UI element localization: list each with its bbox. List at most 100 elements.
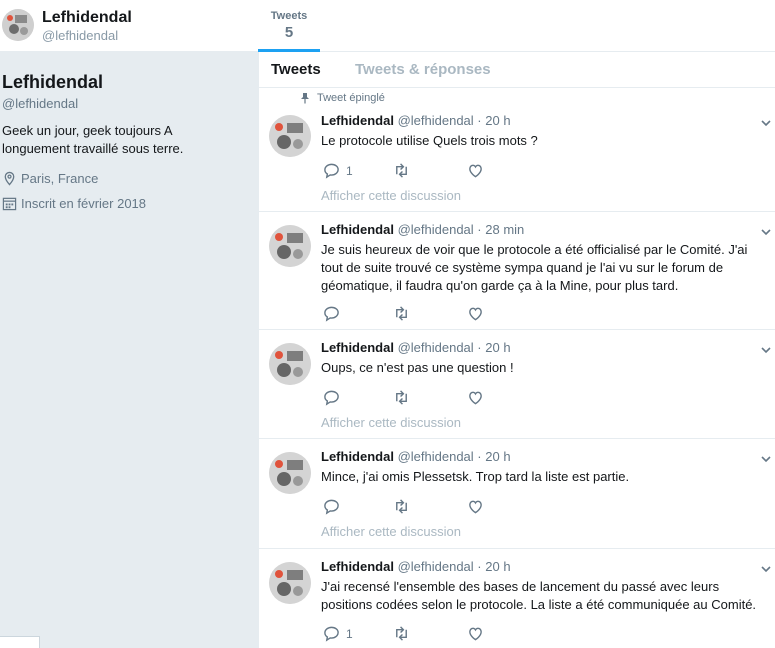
chevron-down-icon[interactable]	[760, 563, 772, 575]
tweet-header: Lefhidendal @lefhidendal · 28 min	[321, 222, 524, 237]
tweet-author-name[interactable]: Lefhidendal	[321, 449, 394, 464]
reply-icon	[324, 626, 339, 642]
tweet-item[interactable]: Lefhidendal @lefhidendal · 20 h Oups, ce…	[259, 331, 775, 439]
tweet-time[interactable]: 28 min	[485, 222, 524, 237]
chevron-down-icon[interactable]	[760, 226, 772, 238]
profile-card: Lefhidendal @lefhidendal Geek un jour, g…	[0, 52, 258, 648]
tweet-item[interactable]: Lefhidendal @lefhidendal · 28 min Je sui…	[259, 213, 775, 330]
like-button[interactable]	[467, 305, 484, 322]
profile-name[interactable]: Lefhidendal	[2, 72, 103, 93]
tweet-time[interactable]: 20 h	[485, 449, 510, 464]
tab-tweets[interactable]: Tweets	[271, 61, 321, 78]
like-button[interactable]	[467, 498, 484, 515]
tweet-header: Lefhidendal @lefhidendal · 20 h	[321, 340, 511, 355]
reply-button[interactable]: 1	[323, 162, 353, 179]
avatar[interactable]	[269, 115, 311, 157]
reply-count: 1	[346, 626, 353, 641]
chevron-down-icon[interactable]	[760, 453, 772, 465]
reply-icon	[324, 390, 339, 406]
tweet-header: Lefhidendal @lefhidendal · 20 h	[321, 113, 511, 128]
avatar[interactable]	[269, 452, 311, 494]
tweet-header: Lefhidendal @lefhidendal · 20 h	[321, 449, 511, 464]
show-thread-link[interactable]: Afficher cette discussion	[321, 188, 461, 203]
tweet-time[interactable]: 20 h	[485, 340, 510, 355]
retweet-button[interactable]	[393, 498, 410, 515]
avatar[interactable]	[269, 343, 311, 385]
retweet-icon	[396, 390, 407, 405]
retweet-button[interactable]	[393, 625, 410, 642]
tweet-item[interactable]: Lefhidendal @lefhidendal · 20 h Mince, j…	[259, 440, 775, 549]
reply-icon	[324, 306, 339, 322]
tweet-actions: 1	[321, 162, 521, 180]
heart-icon	[469, 307, 482, 321]
reply-count: 1	[346, 163, 353, 178]
chevron-down-icon[interactable]	[760, 344, 772, 356]
separator-dot: ·	[477, 449, 482, 464]
heart-icon	[469, 164, 482, 178]
tweet-author-handle[interactable]: @lefhidendal	[398, 113, 474, 128]
tweet-text: Oups, ce n'est pas une question !	[321, 360, 514, 375]
tweet-text: Je suis heureux de voir que le protocole…	[321, 242, 748, 293]
retweet-button[interactable]	[393, 389, 410, 406]
show-thread-link[interactable]: Afficher cette discussion	[321, 524, 461, 539]
profile-bio: Geek un jour, geek toujours A longuement…	[2, 123, 184, 156]
header-name[interactable]: Lefhidendal	[42, 9, 132, 27]
pinned-text: Tweet épinglé	[317, 92, 385, 104]
pinned-label: Tweet épinglé	[299, 92, 385, 104]
separator-dot: ·	[477, 113, 482, 128]
like-button[interactable]	[467, 162, 484, 179]
location-pin-icon	[4, 171, 15, 186]
chevron-down-icon[interactable]	[760, 117, 772, 129]
tweet-author-name[interactable]: Lefhidendal	[321, 340, 394, 355]
retweet-button[interactable]	[393, 305, 410, 322]
tweet-time[interactable]: 20 h	[485, 113, 510, 128]
tweet-author-name[interactable]: Lefhidendal	[321, 113, 394, 128]
tweet-author-handle[interactable]: @lefhidendal	[398, 222, 474, 237]
tweet-author-name[interactable]: Lefhidendal	[321, 222, 394, 237]
pin-icon	[301, 93, 309, 104]
tweet-author-handle[interactable]: @lefhidendal	[398, 449, 474, 464]
reply-icon	[324, 499, 339, 515]
joined-text: Inscrit en février 2018	[21, 196, 147, 211]
tweet-author-handle[interactable]: @lefhidendal	[398, 559, 474, 574]
tweet-item[interactable]: Lefhidendal @lefhidendal · 20 h J'ai rec…	[259, 550, 775, 648]
stat-value: 5	[284, 24, 294, 41]
reply-icon	[324, 163, 339, 179]
avatar[interactable]	[269, 225, 311, 267]
heart-icon	[469, 627, 482, 641]
separator-dot: ·	[477, 222, 482, 237]
retweet-icon	[396, 163, 407, 178]
tweet-author-handle[interactable]: @lefhidendal	[398, 340, 474, 355]
header-handle: @lefhidendal	[42, 28, 119, 43]
retweet-button[interactable]	[393, 162, 410, 179]
tweet-author-name[interactable]: Lefhidendal	[321, 559, 394, 574]
timeline: Tweets Tweets & réponses Tweet épinglé L…	[258, 52, 775, 648]
tweet-text: Le protocole utilise Quels trois mots ?	[321, 133, 538, 148]
avatar[interactable]	[269, 562, 311, 604]
tweet-actions: 1	[321, 625, 521, 643]
tab-tweets-count[interactable]: Tweets 5	[258, 0, 320, 52]
separator-dot: ·	[477, 559, 482, 574]
reply-button[interactable]	[323, 389, 346, 406]
like-button[interactable]	[467, 389, 484, 406]
tweet-item[interactable]: Tweet épinglé Lefhidendal @lefhidendal ·…	[259, 89, 775, 212]
profile-topbar: Lefhidendal @lefhidendal Tweets 5	[0, 0, 775, 52]
reply-button[interactable]	[323, 498, 346, 515]
tab-tweets-replies[interactable]: Tweets & réponses	[355, 61, 491, 78]
show-thread-link[interactable]: Afficher cette discussion	[321, 415, 461, 430]
tweet-text: J'ai recensé l'ensemble des bases de lan…	[321, 579, 757, 612]
tweet-text: Mince, j'ai omis Plessetsk. Trop tard la…	[321, 469, 630, 484]
retweet-icon	[396, 626, 407, 641]
tweet-actions	[321, 305, 521, 323]
tweet-actions	[321, 498, 521, 516]
location-text: Paris, France	[21, 171, 99, 186]
like-button[interactable]	[467, 625, 484, 642]
avatar[interactable]	[2, 9, 34, 41]
tweet-time[interactable]: 20 h	[485, 559, 510, 574]
stat-label: Tweets	[270, 10, 308, 22]
retweet-icon	[396, 306, 407, 321]
tweet-header: Lefhidendal @lefhidendal · 20 h	[321, 559, 511, 574]
reply-button[interactable]: 1	[323, 625, 353, 642]
reply-button[interactable]	[323, 305, 346, 322]
profile-joined: Inscrit en février 2018	[2, 196, 146, 211]
